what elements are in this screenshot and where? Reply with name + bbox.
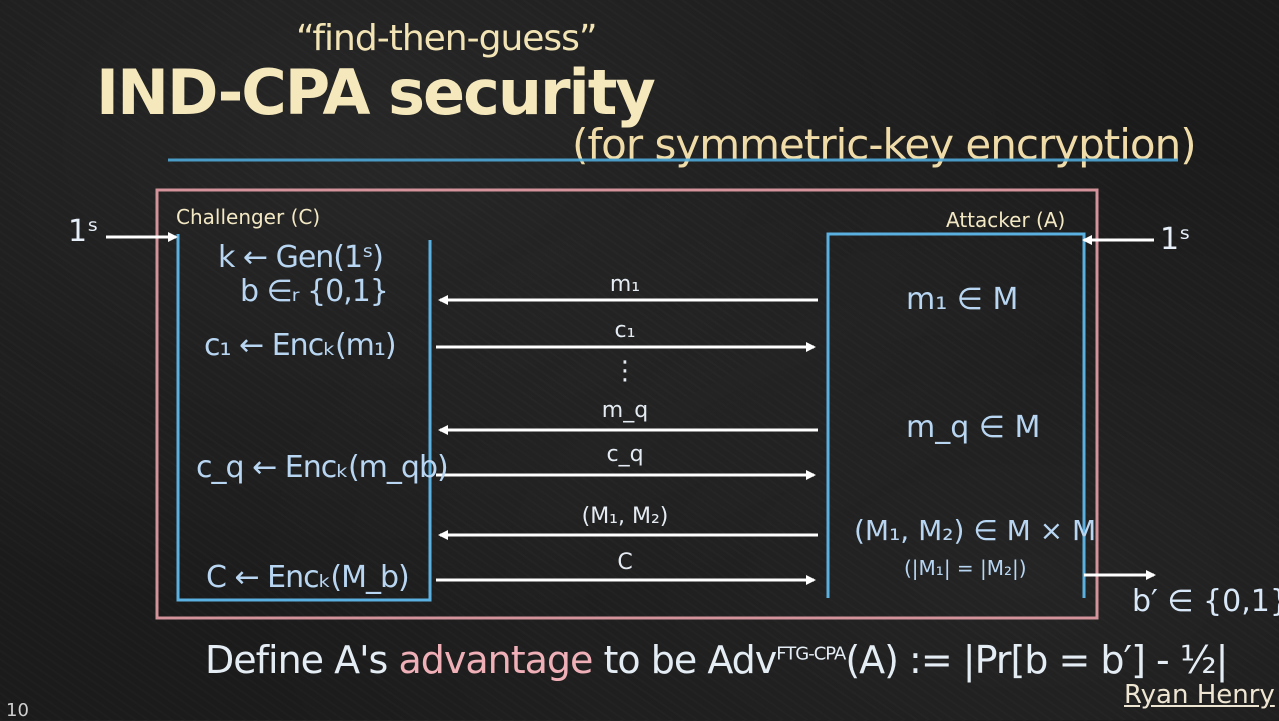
- message-cq: c_q: [606, 442, 644, 467]
- page-number: 10: [6, 700, 29, 721]
- attacker-choose-q: m_q ∈ M: [906, 410, 1041, 445]
- footer-adv-formula: (A) := |Pr[b = b′] - ½|: [845, 638, 1228, 682]
- advantage-definition: Define A's advantage to be AdvFTG-CPA(A)…: [205, 638, 1228, 682]
- message-challenge: C: [617, 550, 633, 575]
- challenger-label: Challenger (C): [176, 205, 321, 229]
- footer-define: Define A's: [205, 638, 388, 682]
- attacker-output: b′ ∈ {0,1}: [1132, 584, 1279, 619]
- footer-advantage-word: advantage: [398, 638, 593, 682]
- footer-to-be: to be: [603, 638, 698, 682]
- challenger-keygen: k ← Gen(1ˢ): [218, 240, 384, 275]
- challenger-enc-q: c_q ← Encₖ(m_qb): [196, 450, 449, 485]
- attacker-choose-pair: (M₁, M₂) ∈ M × M: [854, 514, 1097, 547]
- attacker-pair-condition: (|M₁| = |M₂|): [904, 556, 1027, 580]
- security-param-left: 1ˢ: [68, 214, 99, 249]
- footer-adv-superscript: FTG-CPA: [776, 643, 846, 665]
- author-name: Ryan Henry: [1124, 680, 1275, 710]
- attacker-label: Attacker (A): [946, 208, 1066, 232]
- message-ellipsis: ⋮: [612, 356, 638, 386]
- message-pair: (M₁, M₂): [581, 504, 669, 529]
- attacker-choose-1: m₁ ∈ M: [906, 282, 1019, 317]
- challenger-enc-1: c₁ ← Encₖ(m₁): [204, 328, 397, 363]
- message-c1: c₁: [614, 318, 636, 343]
- message-m1: m₁: [609, 272, 641, 297]
- message-mq: m_q: [601, 398, 649, 423]
- security-param-right: 1ˢ: [1160, 222, 1191, 257]
- challenger-enc-final: C ← Encₖ(M_b): [206, 560, 410, 595]
- footer-adv: Adv: [707, 638, 777, 682]
- challenger-bit-choice: b ∈ᵣ {0,1}: [240, 274, 389, 309]
